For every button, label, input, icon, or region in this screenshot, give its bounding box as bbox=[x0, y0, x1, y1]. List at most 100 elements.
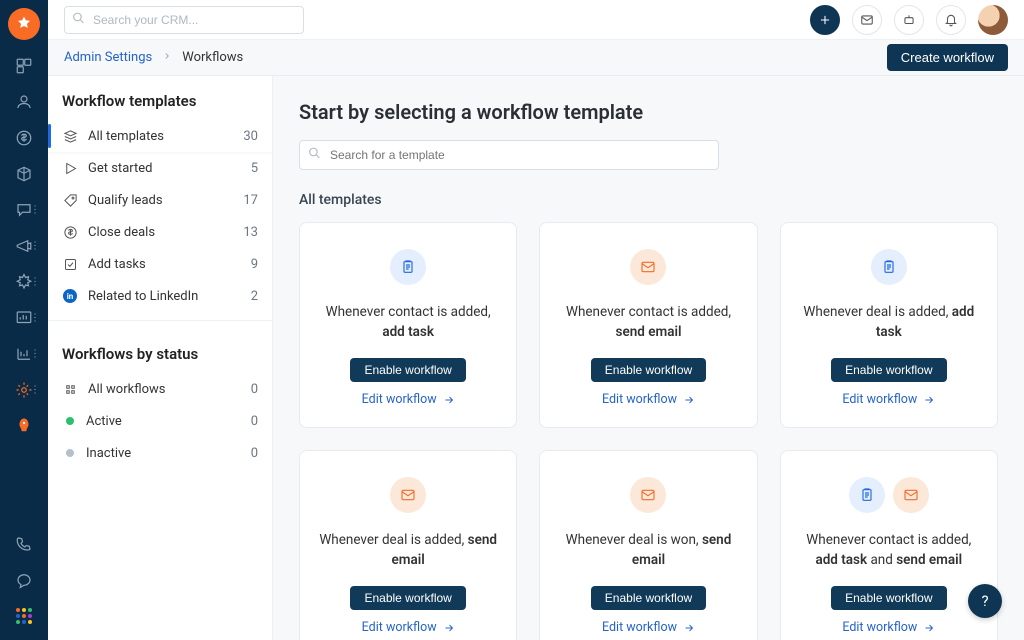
enable-workflow-button[interactable]: Enable workflow bbox=[831, 358, 946, 382]
sidebar-item-count: 0 bbox=[251, 446, 258, 461]
sidebar-template-related-to-linkedin[interactable]: inRelated to LinkedIn2 bbox=[48, 280, 272, 312]
template-card: Whenever contact is added, add task and … bbox=[780, 450, 998, 640]
sidebar-item-label: All workflows bbox=[88, 382, 165, 397]
status-dot bbox=[66, 417, 74, 425]
create-workflow-button[interactable]: Create workflow bbox=[887, 44, 1008, 71]
rail-contacts[interactable] bbox=[6, 86, 42, 118]
sidebar-status-inactive[interactable]: Inactive 0 bbox=[48, 437, 272, 469]
sidebar-item-count: 13 bbox=[243, 225, 258, 240]
card-icons bbox=[849, 477, 929, 513]
rail-dashboard[interactable] bbox=[6, 50, 42, 82]
rail-analytics[interactable] bbox=[6, 302, 42, 334]
rail-apps[interactable] bbox=[6, 600, 42, 632]
edit-workflow-link[interactable]: Edit workflow bbox=[362, 392, 455, 407]
sidebar-item-label: Get started bbox=[88, 161, 152, 176]
search-icon bbox=[308, 147, 321, 164]
check-icon bbox=[62, 257, 78, 272]
sidebar-template-all-templates[interactable]: All templates30 bbox=[48, 120, 272, 152]
card-title: Whenever contact is added, send email bbox=[558, 303, 738, 342]
task-icon bbox=[849, 477, 885, 513]
task-icon bbox=[390, 249, 426, 285]
edit-workflow-link[interactable]: Edit workflow bbox=[362, 620, 455, 635]
email-icon bbox=[630, 477, 666, 513]
card-icons bbox=[390, 477, 426, 513]
sidebar-item-label: Close deals bbox=[88, 225, 155, 240]
template-grid: Whenever contact is added, add task Enabl… bbox=[299, 222, 998, 640]
card-title: Whenever contact is added, add task and … bbox=[799, 531, 979, 570]
content-area: Start by selecting a workflow template A… bbox=[273, 76, 1024, 640]
freddy-button[interactable] bbox=[894, 5, 924, 35]
brand-logo[interactable] bbox=[8, 8, 40, 40]
sidebar-item-count: 30 bbox=[243, 129, 258, 144]
template-card: Whenever contact is added, add task Enabl… bbox=[299, 222, 517, 428]
email-icon bbox=[630, 249, 666, 285]
rail-products[interactable] bbox=[6, 158, 42, 190]
email-icon bbox=[893, 477, 929, 513]
task-icon bbox=[871, 249, 907, 285]
brand-icon bbox=[15, 15, 33, 33]
rail-campaigns[interactable] bbox=[6, 230, 42, 262]
enable-workflow-button[interactable]: Enable workflow bbox=[350, 358, 465, 382]
enable-workflow-button[interactable]: Enable workflow bbox=[350, 586, 465, 610]
card-icons bbox=[630, 249, 666, 285]
edit-workflow-link[interactable]: Edit workflow bbox=[602, 620, 695, 635]
sidebar-template-add-tasks[interactable]: Add tasks 9 bbox=[48, 248, 272, 280]
templates-subheading: All templates bbox=[299, 192, 998, 208]
enable-workflow-button[interactable]: Enable workflow bbox=[591, 358, 706, 382]
nav-rail bbox=[0, 0, 48, 640]
sidebar-item-label: Add tasks bbox=[88, 257, 146, 272]
search-icon bbox=[72, 11, 85, 28]
sidebar-item-label: Related to LinkedIn bbox=[88, 289, 198, 304]
sidebar-item-count: 5 bbox=[251, 161, 258, 176]
card-title: Whenever deal is added, add task bbox=[799, 303, 979, 342]
add-button[interactable] bbox=[810, 5, 840, 35]
template-card: Whenever deal is added, send email Enable… bbox=[299, 450, 517, 640]
templates-section-title: Workflow templates bbox=[48, 76, 272, 120]
help-fab[interactable]: ? bbox=[968, 584, 1002, 618]
template-search-input[interactable] bbox=[299, 140, 719, 170]
edit-workflow-link[interactable]: Edit workflow bbox=[842, 620, 935, 635]
page-title: Start by selecting a workflow template bbox=[299, 100, 998, 124]
card-icons bbox=[630, 477, 666, 513]
sidebar-item-label: Active bbox=[86, 414, 122, 429]
breadcrumb-bar: Admin Settings Workflows Create workflow bbox=[48, 40, 1024, 76]
sidebar-status-active[interactable]: Active 0 bbox=[48, 405, 272, 437]
breadcrumb-root[interactable]: Admin Settings bbox=[64, 50, 152, 65]
edit-workflow-link[interactable]: Edit workflow bbox=[842, 392, 935, 407]
card-icons bbox=[390, 249, 426, 285]
breadcrumb-current: Workflows bbox=[182, 50, 243, 65]
card-title: Whenever contact is added, add task bbox=[318, 303, 498, 342]
rail-conversations[interactable] bbox=[6, 194, 42, 226]
rail-reports[interactable] bbox=[6, 338, 42, 370]
sidebar-item-count: 17 bbox=[243, 193, 258, 208]
mail-button[interactable] bbox=[852, 5, 882, 35]
notifications-button[interactable] bbox=[936, 5, 966, 35]
rail-deals[interactable] bbox=[6, 122, 42, 154]
rail-settings[interactable] bbox=[6, 374, 42, 406]
sidebar-item-label: Inactive bbox=[86, 446, 131, 461]
enable-workflow-button[interactable]: Enable workflow bbox=[591, 586, 706, 610]
template-card: Whenever deal is added, add task Enable w… bbox=[780, 222, 998, 428]
sidebar-item-count: 0 bbox=[251, 382, 258, 397]
sidebar-item-count: 0 bbox=[251, 414, 258, 429]
rail-phone[interactable] bbox=[6, 528, 42, 560]
rail-rocket[interactable] bbox=[6, 410, 42, 442]
sidebar-item-count: 9 bbox=[251, 257, 258, 272]
rail-chat[interactable] bbox=[6, 564, 42, 596]
enable-workflow-button[interactable]: Enable workflow bbox=[831, 586, 946, 610]
edit-workflow-link[interactable]: Edit workflow bbox=[602, 392, 695, 407]
sidebar-status-all-workflows[interactable]: All workflows 0 bbox=[48, 373, 272, 405]
workflows-icon bbox=[62, 382, 78, 397]
sidebar-template-qualify-leads[interactable]: Qualify leads17 bbox=[48, 184, 272, 216]
chevron-right-icon bbox=[162, 50, 172, 65]
sidebar-template-close-deals[interactable]: Close deals 13 bbox=[48, 216, 272, 248]
template-card: Whenever contact is added, send email Ena… bbox=[539, 222, 757, 428]
search-input[interactable] bbox=[64, 6, 304, 34]
card-title: Whenever deal is added, send email bbox=[318, 531, 498, 570]
user-avatar[interactable] bbox=[978, 5, 1008, 35]
global-search bbox=[64, 6, 304, 34]
tag-icon bbox=[62, 193, 78, 208]
sidebar-template-get-started[interactable]: Get started 5 bbox=[48, 152, 272, 184]
apps-grid-icon bbox=[16, 608, 32, 624]
rail-automations[interactable] bbox=[6, 266, 42, 298]
